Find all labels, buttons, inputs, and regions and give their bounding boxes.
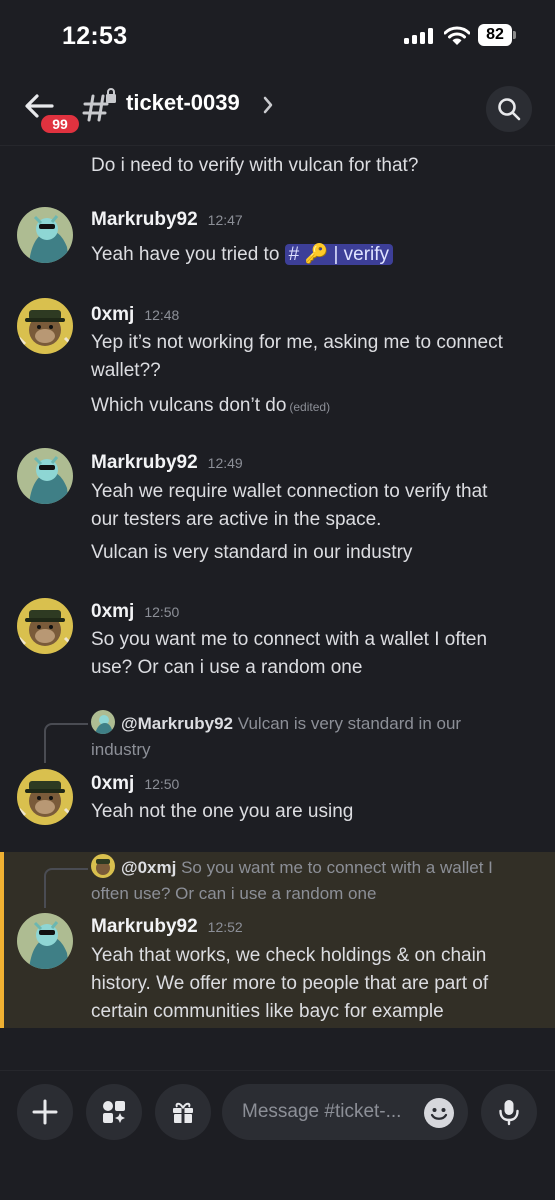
- plus-icon: [32, 1099, 58, 1125]
- search-icon: [498, 98, 521, 121]
- message-text: Vulcan is very standard in our industry: [91, 542, 413, 563]
- message-text-part: Yeah have you tried to: [91, 244, 280, 265]
- channel-mention-verify[interactable]: # 🔑 | verify: [284, 244, 394, 265]
- status-bar: 12:53 82: [0, 0, 555, 72]
- message-timestamp: 12:47: [207, 212, 243, 228]
- message-timestamp: 12:50: [144, 604, 180, 620]
- unread-badge: 99: [38, 112, 82, 136]
- gift-button[interactable]: [155, 1084, 211, 1140]
- emoji-icon[interactable]: [424, 1098, 454, 1128]
- message-author[interactable]: Markruby92 12:52: [91, 916, 243, 938]
- status-time: 12:53: [62, 22, 128, 50]
- message-text: So you want me to connect with a wallet …: [91, 629, 488, 650]
- message-text: our testers are active in the space.: [91, 509, 382, 530]
- message-text: use? Or can i use a random one: [91, 657, 363, 678]
- search-button[interactable]: [486, 86, 532, 132]
- reply-avatar: [91, 854, 115, 878]
- message-author[interactable]: 0xmj 12:48: [91, 304, 179, 326]
- message-text: wallet??: [91, 360, 161, 381]
- battery-tip: [513, 31, 516, 39]
- message-timestamp: 12:50: [144, 776, 180, 792]
- message-timestamp: 12:49: [207, 455, 243, 471]
- add-attachment-button[interactable]: [17, 1084, 73, 1140]
- voice-message-button[interactable]: [481, 1084, 537, 1140]
- author-name[interactable]: 0xmj: [91, 304, 134, 325]
- author-name[interactable]: 0xmj: [91, 601, 134, 622]
- edited-marker: (edited): [289, 400, 331, 414]
- message-text: history. We offer more to people that ar…: [91, 973, 489, 994]
- channel-header: 99 ticket-0039: [0, 72, 555, 146]
- avatar-markruby92[interactable]: [17, 448, 73, 504]
- apps-button[interactable]: [86, 1084, 142, 1140]
- wifi-icon: [444, 26, 470, 45]
- message-author[interactable]: Markruby92 12:49: [91, 452, 243, 474]
- chevron-right-icon[interactable]: [262, 96, 274, 114]
- battery-level: 82: [478, 24, 512, 46]
- avatar-0xmj[interactable]: [17, 598, 73, 654]
- reply-reference[interactable]: @0xmj So you want me to connect with a w…: [91, 854, 536, 907]
- message-text: Yep it’s not working for me, asking me t…: [91, 332, 503, 353]
- message-author[interactable]: 0xmj 12:50: [91, 773, 179, 795]
- reply-text: often use? Or can i use a random one: [91, 884, 377, 903]
- author-name[interactable]: Markruby92: [91, 452, 198, 473]
- message-text-part: Which vulcans don’t do: [91, 395, 287, 416]
- message-author[interactable]: Markruby92 12:47: [91, 209, 243, 231]
- message-timestamp: 12:52: [207, 919, 243, 935]
- apps-icon: [103, 1101, 125, 1123]
- avatar-0xmj[interactable]: [17, 298, 73, 354]
- reply-text: Vulcan is very standard in our: [237, 714, 462, 733]
- author-name[interactable]: Markruby92: [91, 209, 198, 230]
- locked-channel-icon: [82, 88, 116, 122]
- message-text: Yeah not the one you are using: [91, 801, 354, 822]
- channel-name[interactable]: ticket-0039: [126, 90, 240, 116]
- reply-connector: [44, 723, 88, 763]
- author-name[interactable]: 0xmj: [91, 773, 134, 794]
- message-list[interactable]: Do i need to verify with vulcan for that…: [0, 146, 555, 1070]
- avatar-markruby92[interactable]: [17, 207, 73, 263]
- cellular-signal-icon: [404, 28, 434, 44]
- author-name[interactable]: Markruby92: [91, 916, 198, 937]
- message-author[interactable]: 0xmj 12:50: [91, 601, 179, 623]
- message-text: Yeah we require wallet connection to ver…: [91, 481, 488, 502]
- reply-reference[interactable]: @Markruby92 Vulcan is very standard in o…: [91, 710, 536, 763]
- reply-text: So you want me to connect with a wallet …: [181, 858, 493, 877]
- microphone-icon: [499, 1100, 519, 1126]
- message-text: certain communities like bayc for exampl…: [91, 1001, 444, 1022]
- gift-icon: [173, 1102, 193, 1123]
- message-timestamp: 12:48: [144, 307, 180, 323]
- reply-avatar: [91, 710, 115, 734]
- message-text: Yeah have you tried to # 🔑 | verify: [91, 241, 541, 269]
- message-composer: [0, 1070, 555, 1200]
- message-text: Which vulcans don’t do (edited): [91, 392, 541, 421]
- reply-author[interactable]: @0xmj: [121, 858, 176, 877]
- avatar-0xmj[interactable]: [17, 769, 73, 825]
- message-text: Do i need to verify with vulcan for that…: [91, 155, 419, 176]
- reply-connector: [44, 868, 88, 908]
- message-text: Yeah that works, we check holdings & on …: [91, 945, 487, 966]
- reply-text: industry: [91, 740, 151, 759]
- reply-author[interactable]: @Markruby92: [121, 714, 233, 733]
- avatar-markruby92[interactable]: [17, 913, 73, 969]
